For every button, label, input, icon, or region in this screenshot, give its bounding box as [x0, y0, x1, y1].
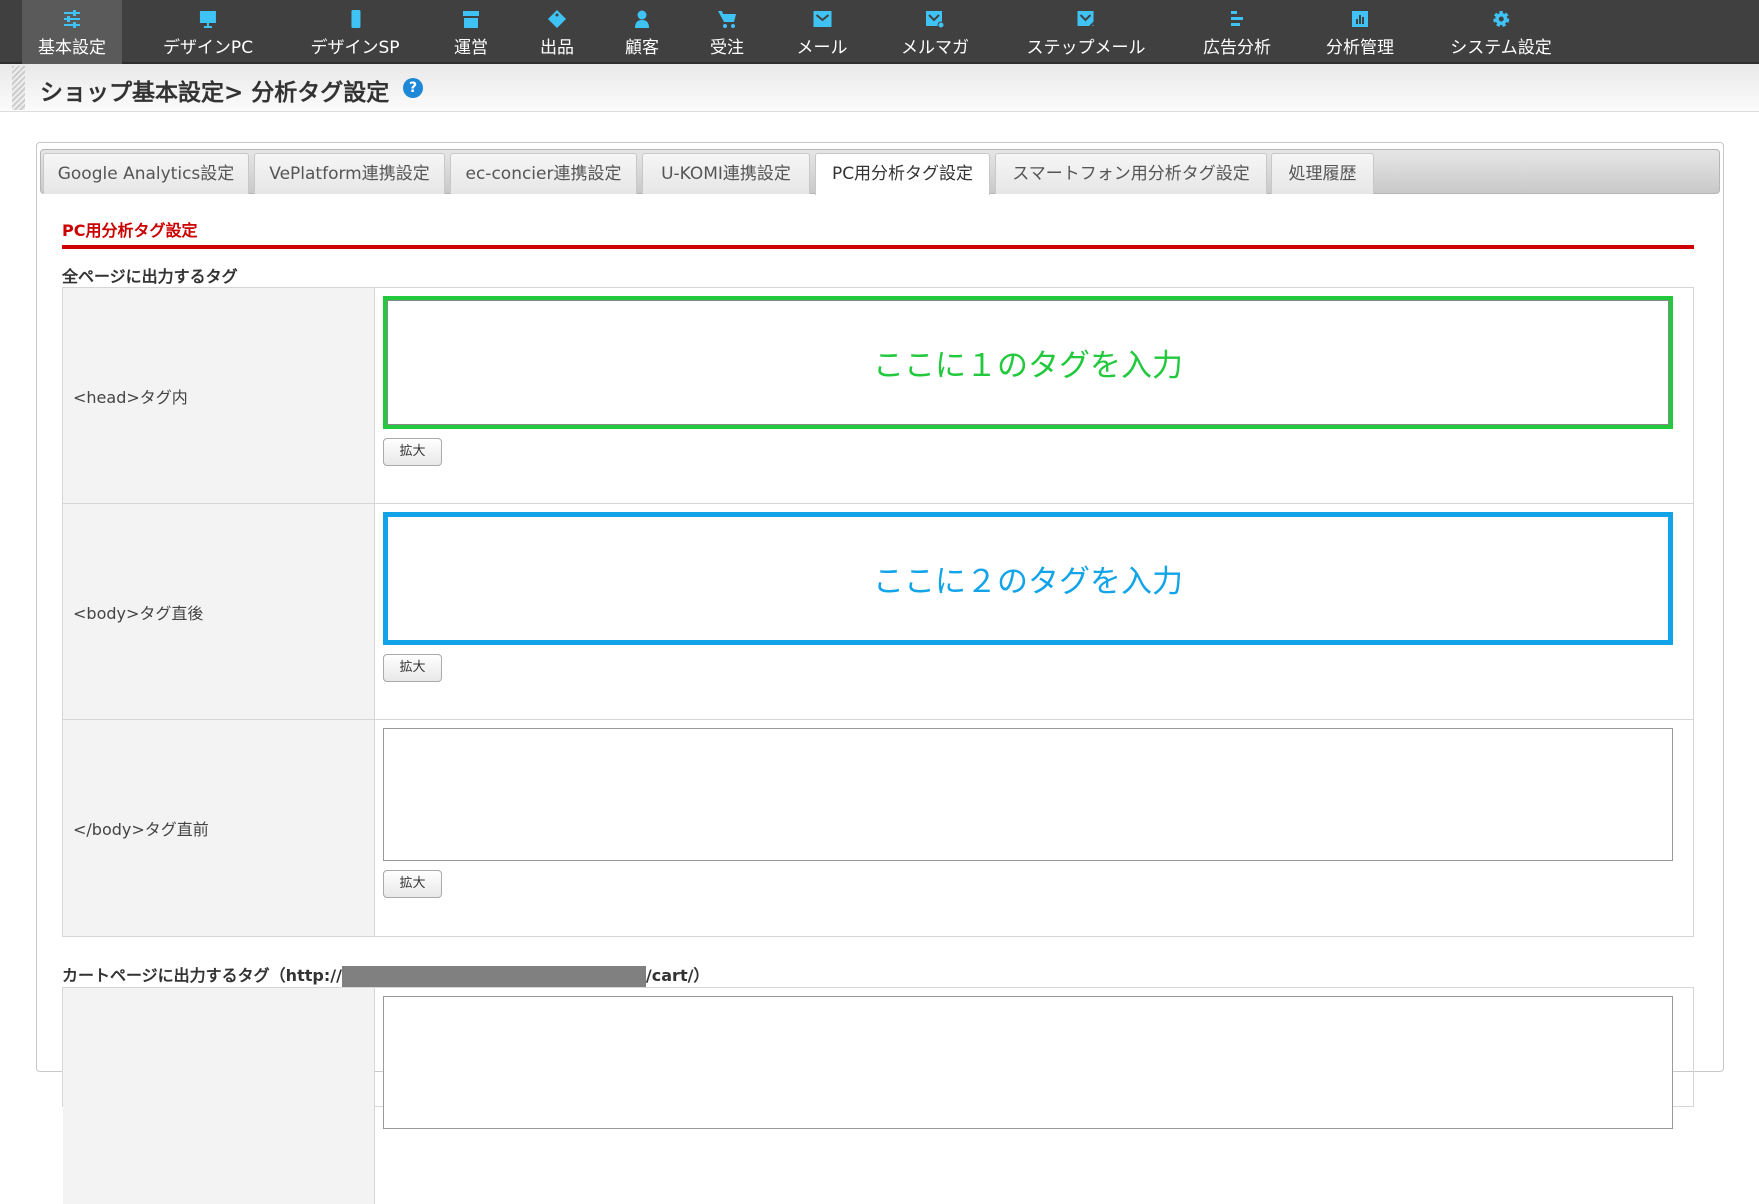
- body-end-tag-textarea[interactable]: [383, 728, 1673, 861]
- cart-table: [62, 987, 1694, 1204]
- all-pages-table: <head>タグ内 ここに１のタグを入力 拡大 <body>タグ直後 ここに２の…: [62, 287, 1694, 937]
- nav-step-mail[interactable]: ステップメール: [1011, 0, 1162, 64]
- user-icon: [635, 10, 649, 28]
- nav-operation[interactable]: 運営: [438, 0, 504, 64]
- mail-icon: [813, 11, 831, 27]
- nav-design-sp[interactable]: デザインSP: [294, 0, 415, 64]
- newsletter-icon: [926, 11, 945, 29]
- bars-icon: [1231, 11, 1243, 26]
- row-label: <body>タグ直後: [63, 504, 375, 719]
- table-row: </body>タグ直前 拡大: [63, 720, 1693, 936]
- top-nav: 基本設定 デザインPC デザインSP 運営 出品 顧客 受注 メール メルマガ …: [0, 0, 1759, 64]
- textarea-overlay: ここに１のタグを入力: [873, 348, 1183, 384]
- monitor-icon: [200, 11, 216, 28]
- store-icon: [463, 11, 479, 28]
- cart-heading-suffix: /cart/）: [645, 966, 710, 985]
- table-row: <body>タグ直後 ここに２のタグを入力 拡大: [63, 504, 1693, 720]
- all-pages-heading: 全ページに出力するタグ: [62, 267, 238, 286]
- nav-basic-settings[interactable]: 基本設定: [22, 0, 122, 64]
- row-label: <head>タグ内: [63, 288, 375, 503]
- table-row: <head>タグ内 ここに１のタグを入力 拡大: [63, 288, 1693, 504]
- expand-button[interactable]: 拡大: [383, 438, 442, 466]
- nav-system-settings[interactable]: システム設定: [1434, 0, 1568, 64]
- smartphone-icon: [350, 10, 360, 28]
- title-stripe: [12, 66, 25, 110]
- gear-icon: [1493, 11, 1509, 27]
- cart-icon: [718, 11, 736, 28]
- section-title: PC用分析タグ設定: [62, 221, 198, 240]
- nav-design-pc[interactable]: デザインPC: [147, 0, 269, 64]
- sliders-icon: [64, 10, 80, 28]
- body-start-tag-textarea[interactable]: ここに２のタグを入力: [383, 512, 1673, 645]
- title-bar: ショップ基本設定> 分析タグ設定: [0, 64, 1759, 112]
- nav-analysis-management[interactable]: 分析管理: [1310, 0, 1410, 64]
- nav-customers[interactable]: 顧客: [609, 0, 675, 64]
- tab-smartphone-analysis-tags[interactable]: スマートフォン用分析タグ設定: [995, 153, 1267, 194]
- help-icon[interactable]: ?: [403, 78, 423, 98]
- redacted-url: [341, 966, 646, 987]
- expand-button[interactable]: 拡大: [383, 654, 442, 682]
- chart-icon: [1352, 11, 1368, 27]
- tag-icon: [548, 10, 566, 28]
- cart-heading-prefix: カートページに出力するタグ（http://: [62, 966, 342, 985]
- cart-heading: カートページに出力するタグ（http:// /cart/）: [62, 962, 709, 987]
- row-label: [63, 988, 375, 1204]
- expand-button[interactable]: 拡大: [383, 870, 442, 898]
- tab-google-analytics[interactable]: Google Analytics設定: [43, 153, 249, 194]
- cart-tag-textarea[interactable]: [383, 996, 1673, 1129]
- tab-veplatform[interactable]: VePlatform連携設定: [254, 153, 445, 194]
- page-title: ショップ基本設定> 分析タグ設定: [40, 80, 390, 106]
- step-mail-icon: [1077, 11, 1096, 29]
- tab-ec-concier[interactable]: ec-concier連携設定: [450, 153, 637, 194]
- textarea-overlay: ここに２のタグを入力: [873, 564, 1183, 600]
- table-row: [63, 988, 1693, 1204]
- nav-mail[interactable]: メール: [781, 0, 864, 64]
- head-tag-textarea[interactable]: ここに１のタグを入力: [383, 296, 1673, 429]
- nav-listing[interactable]: 出品: [524, 0, 590, 64]
- tab-u-komi[interactable]: U-KOMI連携設定: [642, 153, 810, 194]
- nav-newsletter[interactable]: メルマガ: [885, 0, 985, 64]
- tab-history[interactable]: 処理履歴: [1271, 153, 1374, 194]
- tab-pc-analysis-tags[interactable]: PC用分析タグ設定: [815, 153, 990, 195]
- nav-orders[interactable]: 受注: [694, 0, 760, 64]
- section-divider: [62, 245, 1694, 249]
- row-label: </body>タグ直前: [63, 720, 375, 936]
- nav-ad-analysis[interactable]: 広告分析: [1187, 0, 1287, 64]
